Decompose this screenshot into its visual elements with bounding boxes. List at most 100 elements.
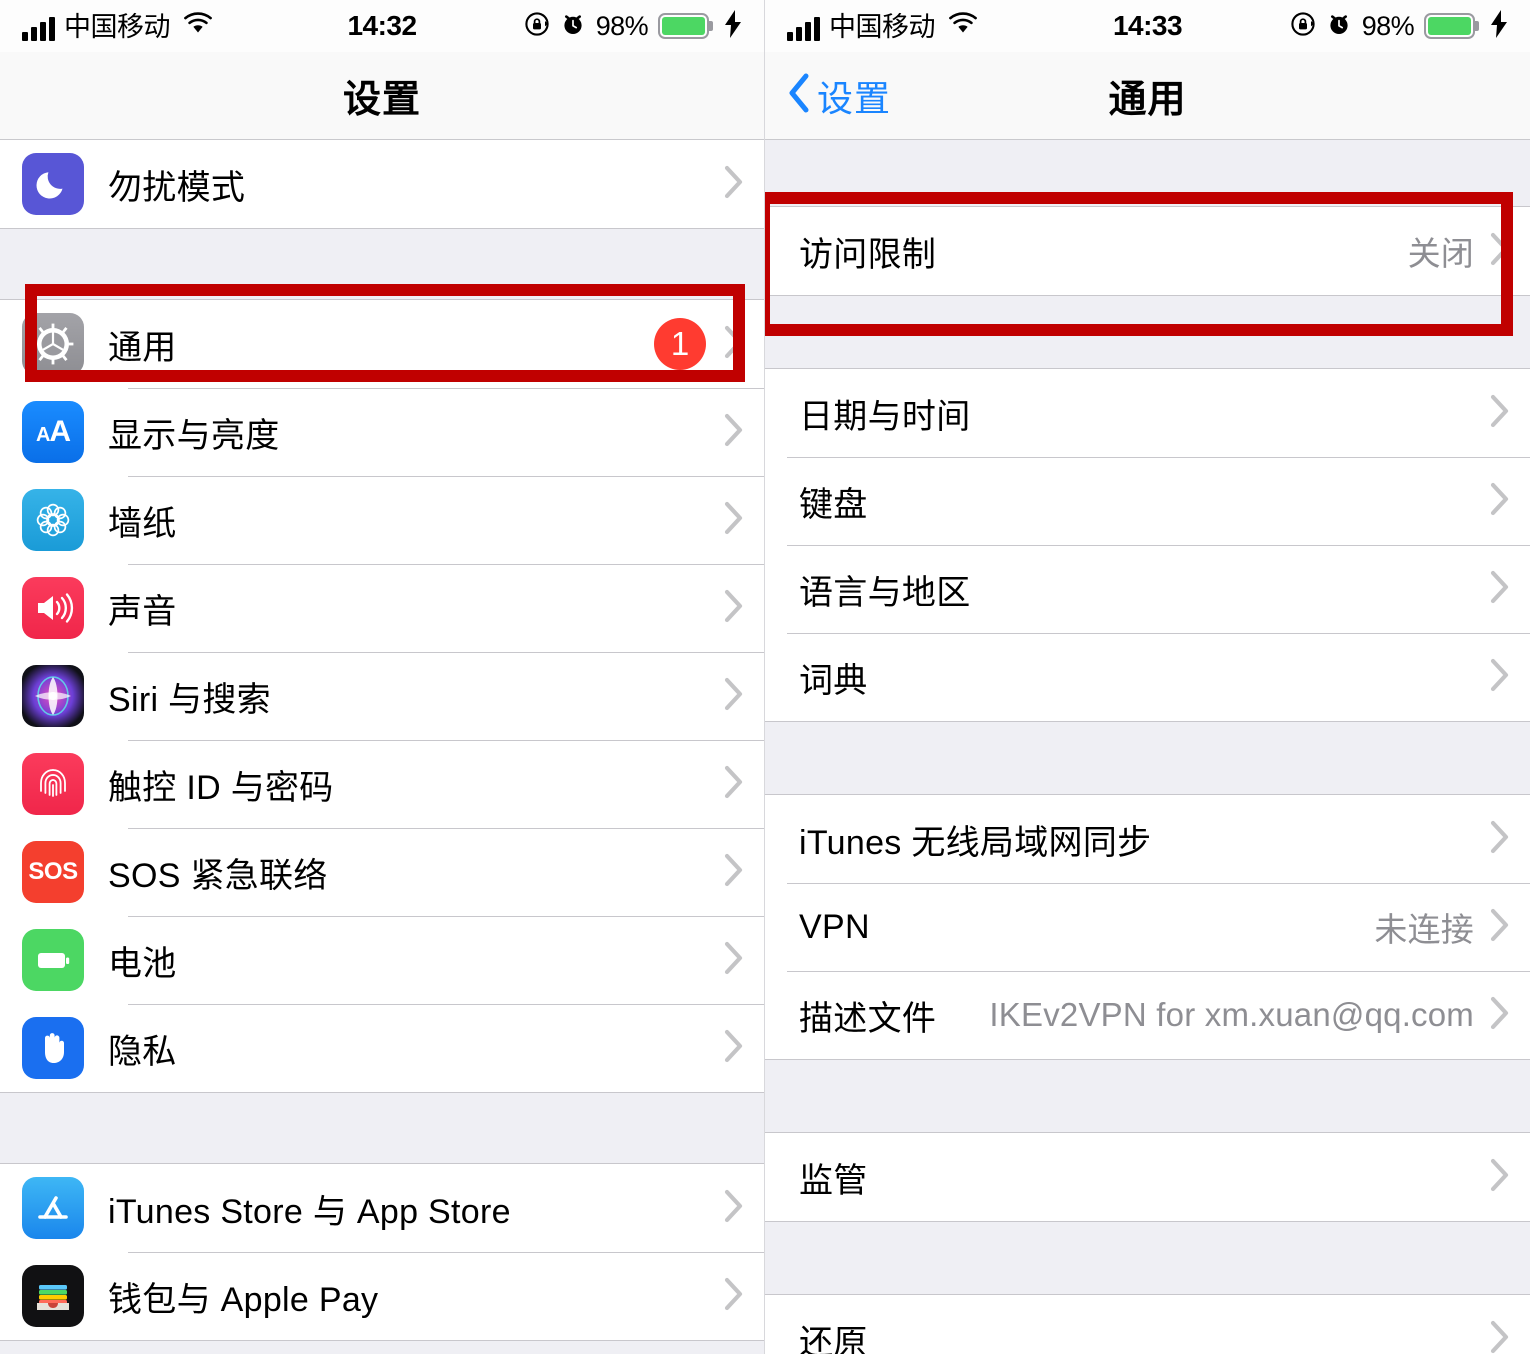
settings-row-label: 访问限制 (799, 235, 937, 274)
settings-row-label: Siri 与搜索 (108, 680, 271, 719)
settings-row-label: 语言与地区 (799, 573, 971, 612)
battery-settings-icon (22, 929, 84, 991)
settings-row-label: 通用 (108, 328, 177, 367)
settings-row-label: 电池 (108, 944, 177, 983)
settings-row-label: 触控 ID 与密码 (108, 768, 334, 807)
settings-row-display[interactable]: AA 显示与亮度 (0, 388, 764, 476)
alarm-icon (1326, 11, 1352, 42)
settings-row-label: 日期与时间 (799, 397, 971, 436)
settings-row-sos[interactable]: SOS SOS 紧急联络 (0, 828, 764, 916)
settings-row-wallet[interactable]: 钱包与 Apple Pay (0, 1252, 764, 1340)
right-status-bar: 中国移动 14:33 98% (765, 0, 1530, 52)
touch-id-icon (22, 753, 84, 815)
display-brightness-icon: AA (22, 401, 84, 463)
chevron-right-icon (724, 325, 744, 364)
settings-row-dnd[interactable]: 勿扰模式 (0, 140, 764, 228)
settings-group-2: 通用 1 AA 显示与亮度 墙纸 声音 Siri 与搜索 触控 ID 与密码 S… (0, 299, 764, 1093)
chevron-right-icon (1490, 820, 1510, 859)
settings-row-value: 关闭 (1407, 235, 1474, 272)
settings-row-siri[interactable]: Siri 与搜索 (0, 652, 764, 740)
status-left-cluster: 中国移动 (787, 11, 978, 42)
carrier-label: 中国移动 (64, 11, 171, 42)
wallet-icon (22, 1265, 84, 1327)
chevron-right-icon (724, 589, 744, 628)
settings-row-label: 墙纸 (108, 504, 177, 543)
settings-row-general[interactable]: 通用 1 (0, 300, 764, 388)
status-right-cluster: 98% (1290, 9, 1508, 43)
chevron-right-icon (1490, 908, 1510, 947)
chevron-right-icon (724, 677, 744, 716)
general-row-language-region[interactable]: 语言与地区 (765, 545, 1530, 633)
settings-row-label: 键盘 (799, 485, 868, 524)
sound-icon (22, 577, 84, 639)
settings-row-label: 还原 (799, 1323, 868, 1354)
chevron-right-icon (724, 165, 744, 204)
app-store-icon (22, 1177, 84, 1239)
chevron-right-icon (724, 1029, 744, 1068)
general-group-supervision: 监管 (765, 1132, 1530, 1222)
carrier-label: 中国移动 (829, 11, 936, 42)
settings-group-3: iTunes Store 与 App Store 钱包与 Apple Pay (0, 1163, 764, 1341)
settings-row-value: 未连接 (1374, 911, 1474, 948)
charging-bolt-icon (724, 9, 742, 43)
general-gear-icon (22, 313, 84, 375)
rotation-lock-icon (524, 11, 550, 42)
general-row-keyboard[interactable]: 键盘 (765, 457, 1530, 545)
general-group-localization: 日期与时间 键盘 语言与地区 词典 (765, 368, 1530, 722)
general-row-restrictions[interactable]: 访问限制 关闭 (765, 207, 1530, 295)
wifi-icon (948, 11, 978, 41)
settings-row-privacy[interactable]: 隐私 (0, 1004, 764, 1092)
chevron-right-icon (1490, 394, 1510, 433)
chevron-left-icon (787, 72, 811, 119)
group-gap-3 (0, 1341, 764, 1354)
privacy-hand-icon (22, 1017, 84, 1079)
signal-icon (787, 16, 820, 41)
settings-row-battery[interactable]: 电池 (0, 916, 764, 1004)
wifi-icon (183, 11, 213, 41)
settings-row-touchid[interactable]: 触控 ID 与密码 (0, 740, 764, 828)
chevron-right-icon (1490, 482, 1510, 521)
chevron-right-icon (724, 1189, 744, 1228)
charging-bolt-icon (1490, 9, 1508, 43)
settings-row-wallpaper[interactable]: 墙纸 (0, 476, 764, 564)
battery-icon (1424, 13, 1475, 39)
general-group-restrictions: 访问限制 关闭 (765, 206, 1530, 296)
general-row-dictionary[interactable]: 词典 (765, 633, 1530, 721)
general-row-itunes-wifi-sync[interactable]: iTunes 无线局域网同步 (765, 795, 1530, 883)
do-not-disturb-icon (22, 153, 84, 215)
left-status-bar: 中国移动 14:32 98% (0, 0, 764, 52)
alarm-icon (560, 11, 586, 42)
left-phone-screen: 中国移动 14:32 98% 设置 勿扰模式 通用 1 AA 显示与亮度 墙纸 … (0, 0, 765, 1354)
back-button-label: 设置 (817, 77, 892, 119)
right-phone-screen: 中国移动 14:33 98% 设置 通用 访问限制 关闭 日期与时间 键盘 语言… (765, 0, 1530, 1354)
settings-row-value: IKEv2VPN for xm.xuan@qq.com (989, 996, 1474, 1033)
settings-row-sounds[interactable]: 声音 (0, 564, 764, 652)
settings-row-label: 钱包与 Apple Pay (108, 1280, 379, 1319)
settings-row-label: 勿扰模式 (108, 168, 246, 207)
chevron-right-icon (724, 413, 744, 452)
settings-row-label: VPN (799, 907, 870, 946)
chevron-right-icon (724, 853, 744, 892)
general-row-reset[interactable]: 还原 (765, 1295, 1530, 1354)
group-gap-r4 (765, 1222, 1530, 1294)
settings-row-label: 监管 (799, 1161, 868, 1200)
group-gap-r1 (765, 296, 1530, 368)
general-row-vpn[interactable]: VPN 未连接 (765, 883, 1530, 971)
chevron-right-icon (724, 501, 744, 540)
group-gap-r3 (765, 1060, 1530, 1132)
left-settings-list[interactable]: 勿扰模式 通用 1 AA 显示与亮度 墙纸 声音 Siri 与搜索 触控 ID … (0, 140, 764, 1354)
back-button[interactable]: 设置 (765, 70, 891, 122)
battery-percent-label: 98% (595, 10, 649, 41)
general-row-supervision[interactable]: 监管 (765, 1133, 1530, 1221)
chevron-right-icon (1490, 658, 1510, 697)
settings-row-appstore[interactable]: iTunes Store 与 App Store (0, 1164, 764, 1252)
page-title: 设置 (342, 79, 421, 121)
siri-icon (22, 665, 84, 727)
wallpaper-icon (22, 489, 84, 551)
chevron-right-icon (1490, 996, 1510, 1035)
general-row-profile[interactable]: 描述文件 IKEv2VPN for xm.xuan@qq.com (765, 971, 1530, 1059)
general-row-datetime[interactable]: 日期与时间 (765, 369, 1530, 457)
group-gap-1 (0, 229, 764, 299)
chevron-right-icon (1490, 570, 1510, 609)
right-settings-list[interactable]: 访问限制 关闭 日期与时间 键盘 语言与地区 词典 iTunes 无线局域网同步… (765, 140, 1530, 1354)
